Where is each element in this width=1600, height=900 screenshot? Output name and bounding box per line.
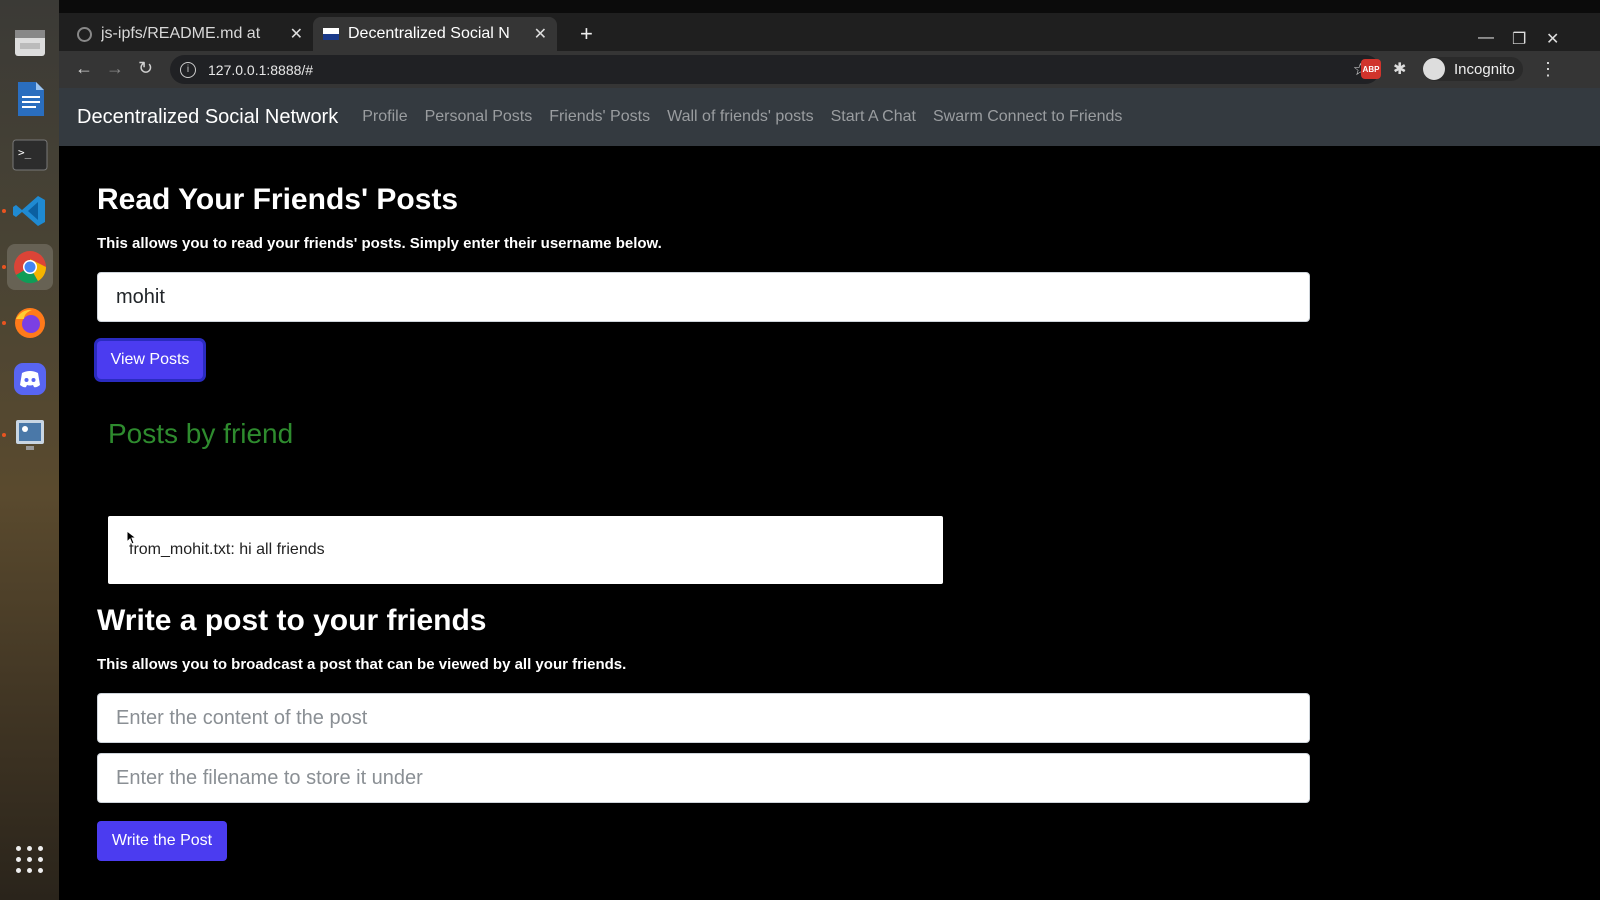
site-favicon	[323, 28, 339, 40]
file-manager-icon[interactable]	[7, 20, 53, 66]
address-bar[interactable]: i 127.0.0.1:8888/# ☆	[170, 55, 1380, 84]
tab-decentralized-social[interactable]: Decentralized Social N ✕	[313, 17, 557, 51]
nav-profile[interactable]: Profile	[362, 108, 407, 126]
tab-title: js-ipfs/README.md at	[101, 25, 261, 42]
post-card: from_mohit.txt: hi all friends	[108, 516, 943, 584]
forward-icon[interactable]: →	[106, 58, 124, 79]
nav-personal-posts[interactable]: Personal Posts	[425, 108, 533, 126]
tab-strip: js-ipfs/README.md at ✕ Decentralized Soc…	[59, 13, 1600, 51]
vscode-icon[interactable]	[7, 188, 53, 234]
tab-title: Decentralized Social N	[348, 25, 510, 42]
reload-icon[interactable]: ↻	[138, 58, 153, 79]
nav-friends-posts[interactable]: Friends' Posts	[549, 108, 650, 126]
ubuntu-dock: >_	[0, 0, 59, 900]
browser-toolbar: ← → ↻ i 127.0.0.1:8888/# ☆ ABP ✱ Incogni…	[59, 51, 1600, 88]
incognito-profile[interactable]: Incognito	[1423, 57, 1523, 81]
chrome-icon[interactable]	[7, 244, 53, 290]
site-navbar: Decentralized Social Network Profile Per…	[59, 88, 1600, 146]
text-editor-icon[interactable]	[7, 76, 53, 122]
url-text: 127.0.0.1:8888/#	[208, 61, 314, 78]
svg-text:>_: >_	[18, 146, 32, 159]
firefox-icon[interactable]	[7, 300, 53, 346]
minimize-icon[interactable]: —	[1478, 29, 1494, 47]
read-posts-heading: Read Your Friends' Posts	[97, 183, 459, 216]
restore-icon[interactable]: ❐	[1512, 29, 1526, 49]
view-posts-button[interactable]: View Posts	[97, 341, 203, 379]
tab-readme[interactable]: js-ipfs/README.md at ✕	[67, 17, 313, 51]
close-icon[interactable]: ✕	[290, 24, 303, 44]
mouse-cursor-icon	[126, 530, 136, 545]
nav-start-a-chat[interactable]: Start A Chat	[831, 108, 916, 126]
new-tab-button[interactable]: +	[580, 21, 593, 47]
github-icon	[77, 26, 92, 42]
site-brand[interactable]: Decentralized Social Network	[77, 106, 338, 129]
post-filename-input[interactable]: Enter the filename to store it under	[97, 753, 1310, 803]
extensions-icon[interactable]: ✱	[1393, 59, 1406, 79]
more-menu-icon[interactable]: ⋮	[1539, 59, 1557, 80]
terminal-icon[interactable]: >_	[7, 132, 53, 178]
window-close-icon[interactable]: ✕	[1546, 29, 1559, 49]
discord-icon[interactable]	[7, 356, 53, 402]
post-content-input[interactable]: Enter the content of the post	[97, 693, 1310, 743]
nav-swarm-connect[interactable]: Swarm Connect to Friends	[933, 108, 1122, 126]
incognito-icon	[1423, 58, 1445, 80]
write-post-heading: Write a post to your friends	[97, 604, 487, 637]
show-applications-icon[interactable]	[16, 846, 44, 874]
site-info-icon[interactable]: i	[180, 61, 196, 78]
posts-by-friend-heading: Posts by friend	[108, 418, 294, 449]
close-icon[interactable]: ✕	[534, 24, 547, 44]
back-icon[interactable]: ←	[75, 58, 93, 79]
read-posts-description: This allows you to read your friends' po…	[97, 235, 662, 252]
adblock-icon[interactable]: ABP	[1361, 59, 1381, 79]
nav-wall-of-friends-posts[interactable]: Wall of friends' posts	[667, 108, 814, 126]
incognito-label: Incognito	[1454, 60, 1515, 78]
write-post-description: This allows you to broadcast a post that…	[97, 656, 627, 673]
system-monitor-icon[interactable]	[7, 412, 53, 458]
page-content: Decentralized Social Network Profile Per…	[59, 88, 1600, 900]
post-text: from_mohit.txt: hi all friends	[129, 541, 325, 558]
username-input[interactable]: mohit	[97, 272, 1310, 322]
write-post-button[interactable]: Write the Post	[97, 821, 227, 861]
browser-window: js-ipfs/README.md at ✕ Decentralized Soc…	[59, 0, 1600, 900]
